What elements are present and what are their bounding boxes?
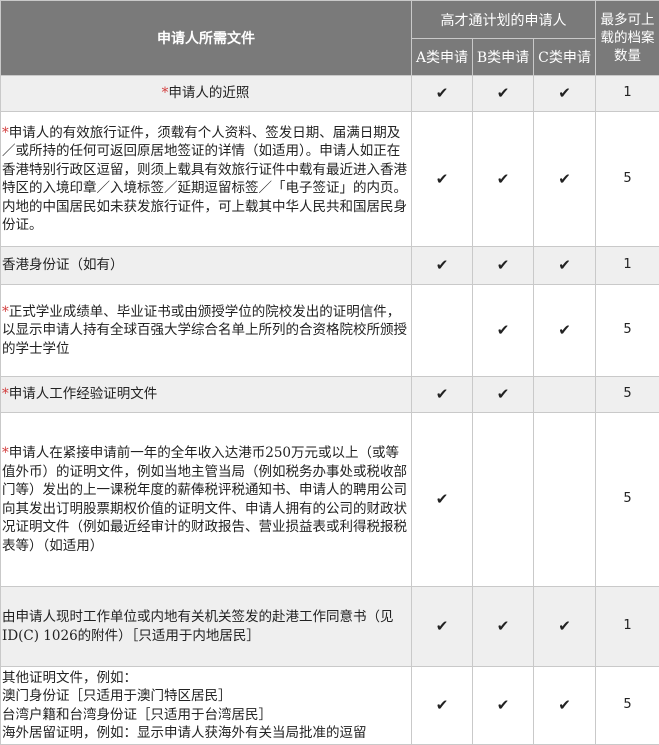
category-c-check: ✔: [534, 285, 596, 377]
document-cell: *申请人的有效旅行证件，须载有个人资料、签发日期、届满日期及／或所持的任何可返回…: [1, 112, 412, 247]
category-c-check: ✔: [534, 76, 596, 112]
table-row: *正式学业成绩单、毕业证书或由颁授学位的院校发出的证明信件，以显示申请人持有全球…: [1, 285, 659, 377]
document-text: 申请人在紧接申请前一年的全年收入达港币250万元或以上（或等值外币）的证明文件，…: [2, 445, 407, 554]
document-cell: 其他证明文件，例如： 澳门身份证［只适用于澳门特区居民］ 台湾户籍和台湾身份证［…: [1, 667, 412, 745]
document-text: 正式学业成绩单、毕业证书或由颁授学位的院校发出的证明信件，以显示申请人持有全球百…: [2, 304, 407, 357]
max-files-count: 5: [596, 413, 659, 587]
table-row: *申请人在紧接申请前一年的全年收入达港币250万元或以上（或等值外币）的证明文件…: [1, 413, 659, 587]
category-a-check: ✔: [412, 587, 473, 667]
table-row: 由申请人现时工作单位或内地有关机关签发的赴港工作同意书（见ID(C) 1026的…: [1, 587, 659, 667]
table-row: 其他证明文件，例如： 澳门身份证［只适用于澳门特区居民］ 台湾户籍和台湾身份证［…: [1, 667, 659, 745]
document-text: 申请人的近照: [168, 85, 249, 101]
document-cell: 由申请人现时工作单位或内地有关机关签发的赴港工作同意书（见ID(C) 1026的…: [1, 587, 412, 667]
requirements-table: 申请人所需文件 高才通计划的申请人 最多可上载的档案数量 A类申请 B类申请 C…: [0, 0, 659, 745]
category-c-check: [534, 413, 596, 587]
max-files-count: 1: [596, 76, 659, 112]
table-row: *申请人工作经验证明文件✔✔5: [1, 377, 659, 413]
category-b-check: ✔: [473, 247, 534, 285]
document-text: 申请人的有效旅行证件，须载有个人资料、签发日期、届满日期及／或所持的任何可返回原…: [2, 125, 407, 234]
category-b-check: [473, 413, 534, 587]
category-c-check: ✔: [534, 587, 596, 667]
requirements-body: *申请人的近照✔✔✔1*申请人的有效旅行证件，须载有个人资料、签发日期、届满日期…: [1, 76, 659, 745]
max-files-count: 5: [596, 285, 659, 377]
scheme-header: 高才通计划的申请人: [412, 1, 596, 39]
max-files-count: 5: [596, 112, 659, 247]
document-text: 由申请人现时工作单位或内地有关机关签发的赴港工作同意书（见ID(C) 1026的…: [2, 609, 394, 644]
required-asterisk: *: [2, 304, 9, 320]
category-c-check: ✔: [534, 667, 596, 745]
table-row: *申请人的有效旅行证件，须载有个人资料、签发日期、届满日期及／或所持的任何可返回…: [1, 112, 659, 247]
category-a-check: ✔: [412, 247, 473, 285]
max-files-count: 5: [596, 377, 659, 413]
category-c-check: ✔: [534, 247, 596, 285]
required-asterisk: *: [2, 125, 9, 141]
document-cell: 香港身份证（如有）: [1, 247, 412, 285]
document-text: 其他证明文件，例如： 澳门身份证［只适用于澳门特区居民］ 台湾户籍和台湾身份证［…: [2, 670, 367, 742]
document-cell: *申请人工作经验证明文件: [1, 377, 412, 413]
category-b-check: ✔: [473, 667, 534, 745]
category-b-check: ✔: [473, 587, 534, 667]
category-a-check: ✔: [412, 377, 473, 413]
category-c-header: C类申请: [534, 39, 596, 76]
document-text: 香港身份证（如有）: [2, 257, 124, 273]
document-cell: *申请人的近照: [1, 76, 412, 112]
document-cell: *正式学业成绩单、毕业证书或由颁授学位的院校发出的证明信件，以显示申请人持有全球…: [1, 285, 412, 377]
category-a-header: A类申请: [412, 39, 473, 76]
document-text: 申请人工作经验证明文件: [9, 386, 158, 402]
required-asterisk: *: [2, 445, 9, 461]
category-a-check: ✔: [412, 667, 473, 745]
max-files-count: 1: [596, 587, 659, 667]
max-files-count: 5: [596, 667, 659, 745]
document-cell: *申请人在紧接申请前一年的全年收入达港币250万元或以上（或等值外币）的证明文件…: [1, 413, 412, 587]
category-b-check: ✔: [473, 76, 534, 112]
table-row: 香港身份证（如有）✔✔✔1: [1, 247, 659, 285]
max-files-header: 最多可上载的档案数量: [596, 1, 659, 76]
category-b-check: ✔: [473, 377, 534, 413]
category-b-check: ✔: [473, 112, 534, 247]
category-a-check: ✔: [412, 76, 473, 112]
required-asterisk: *: [2, 386, 9, 402]
category-c-check: [534, 377, 596, 413]
documents-header: 申请人所需文件: [1, 1, 412, 76]
category-a-check: [412, 285, 473, 377]
category-a-check: ✔: [412, 413, 473, 587]
category-c-check: ✔: [534, 112, 596, 247]
table-row: *申请人的近照✔✔✔1: [1, 76, 659, 112]
category-a-check: ✔: [412, 112, 473, 247]
category-b-check: ✔: [473, 285, 534, 377]
category-b-header: B类申请: [473, 39, 534, 76]
max-files-count: 1: [596, 247, 659, 285]
